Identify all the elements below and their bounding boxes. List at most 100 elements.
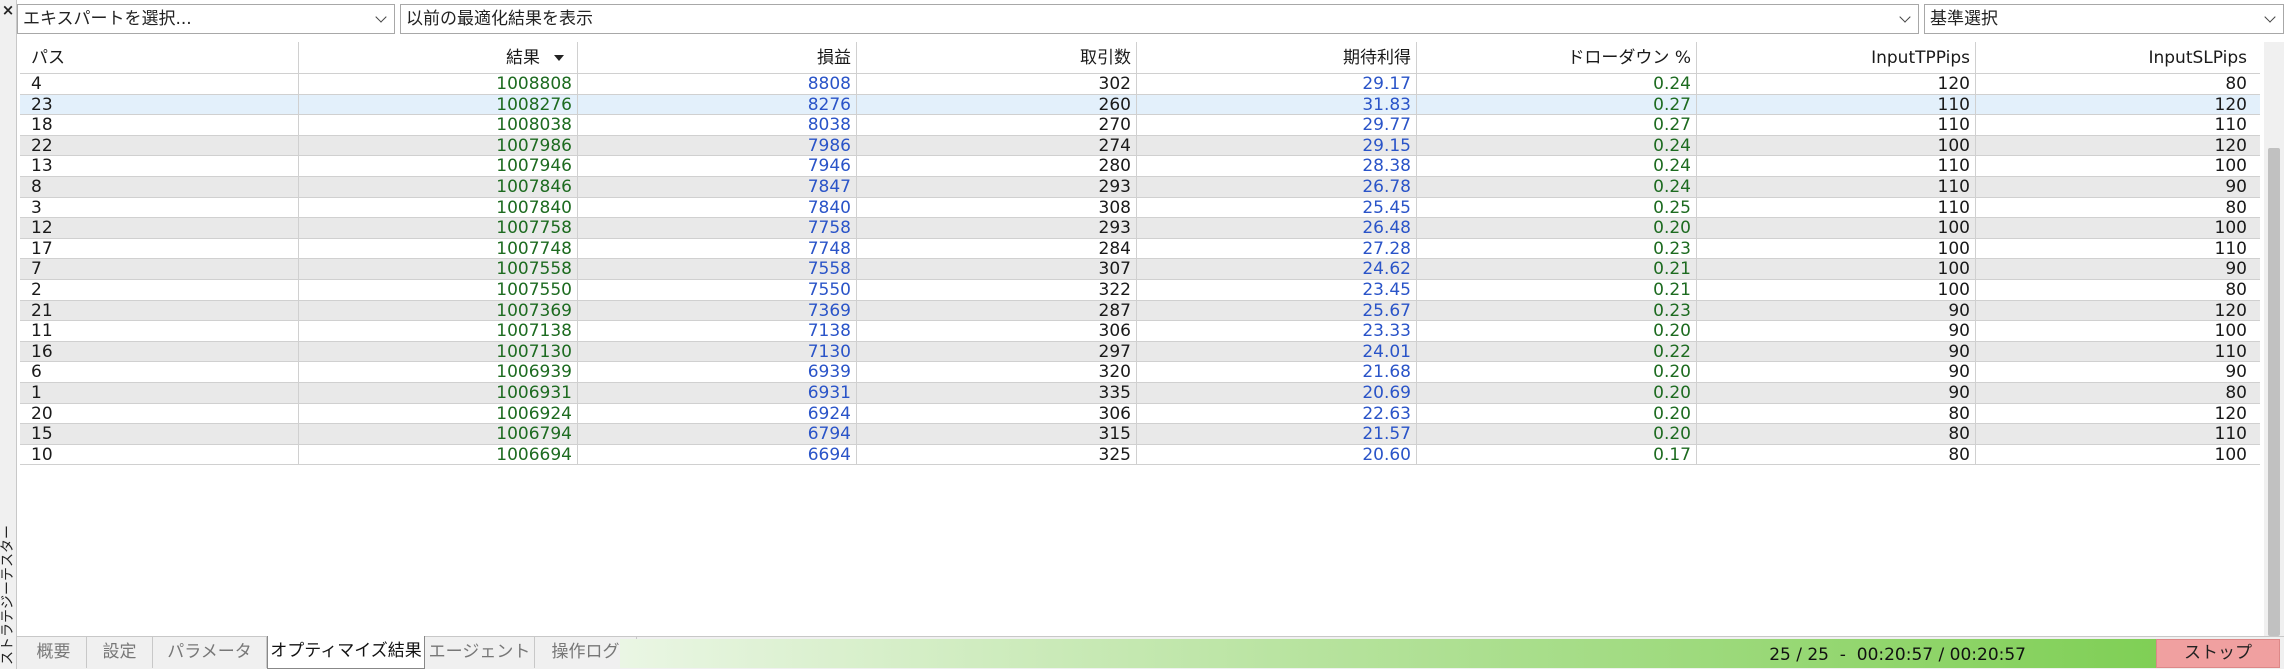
table-row[interactable]: 21 1007369 7369 287 25.67 0.23 90 120 [20,300,2260,322]
cell-tp-pips: 90 [1697,383,1976,404]
cell-tp-pips: 90 [1697,341,1976,363]
cell-drawdown: 0.22 [1417,341,1697,363]
cell-profit: 6931 [578,383,857,404]
cell-sl-pips: 100 [2214,218,2247,239]
cell-profit: 7946 [578,156,857,177]
column-header-tp-pips[interactable]: InputTPPips [1697,42,1976,74]
cell-tp-pips: 100 [1697,218,1976,239]
column-header-trades[interactable]: 取引数 [857,42,1137,74]
cell-sl-pips: 80 [2225,74,2247,94]
cell-trades: 322 [857,280,1137,301]
tab-parameters[interactable]: パラメータ [153,637,267,668]
cell-profit: 7840 [578,197,857,219]
progress-text: 25 / 25 - 00:20:57 / 00:20:57 [1769,645,2026,665]
column-header-expected-payoff[interactable]: 期待利得 [1137,42,1417,74]
cell-tp-pips: 110 [1697,197,1976,219]
cell-profit: 7138 [578,321,857,342]
table-row[interactable]: 8 1007846 7847 293 26.78 0.24 110 90 [20,177,2260,198]
scrollbar-thumb[interactable] [2268,148,2280,636]
tab-overview[interactable]: 概要 [21,637,87,668]
cell-result: 1007550 [299,280,578,301]
cell-sl-pips: 100 [2214,444,2247,465]
cell-sl-pips: 120 [2214,300,2247,321]
table-row[interactable]: 2 1007550 7550 322 23.45 0.21 100 80 [20,280,2260,301]
criterion-select-value: 基準選択 [1930,9,1998,29]
cell-pass: 13 [20,156,299,177]
table-row[interactable]: 13 1007946 7946 280 28.38 0.24 110 100 [20,156,2260,177]
cell-sl-pips: 90 [2225,259,2247,280]
cell-drawdown: 0.20 [1417,424,1697,445]
bottom-bar: 概要 設定 パラメータ オプティマイズ結果 エージェント 操作ログ 25 / 2… [17,636,2284,669]
cell-expected-payoff: 24.01 [1137,341,1417,363]
column-header-pass[interactable]: パス [20,42,299,74]
close-icon[interactable]: × [1,2,15,18]
column-header-sl-pips[interactable]: InputSLPips [1976,42,2260,74]
cell-profit: 6939 [578,362,857,383]
cell-expected-payoff: 29.77 [1137,115,1417,136]
cell-expected-payoff: 29.15 [1137,135,1417,157]
cell-expected-payoff: 20.60 [1137,444,1417,466]
column-header-profit[interactable]: 損益 [578,42,857,74]
cell-trades: 315 [857,424,1137,445]
cell-pass: 11 [20,321,299,342]
cell-pass: 10 [20,444,299,466]
table-row[interactable]: 6 1006939 6939 320 21.68 0.20 90 90 [20,362,2260,383]
cell-drawdown: 0.20 [1417,218,1697,239]
cell-trades: 306 [857,403,1137,425]
cell-tp-pips: 100 [1697,280,1976,301]
cell-drawdown: 0.20 [1417,403,1697,425]
vertical-scrollbar[interactable] [2264,42,2284,636]
panel-title: ストラテジーテスター [0,525,16,665]
cell-profit: 7550 [578,280,857,301]
progress-bar: 25 / 25 - 00:20:57 / 00:20:57 [620,639,2160,668]
previous-results-select[interactable]: 以前の最適化結果を表示 [400,4,1919,34]
cell-drawdown: 0.27 [1417,115,1697,136]
chevron-down-icon [1898,12,1912,26]
cell-drawdown: 0.24 [1417,135,1697,157]
expert-select[interactable]: エキスパートを選択... [17,4,395,34]
cell-result: 1007748 [299,238,578,260]
cell-trades: 320 [857,362,1137,383]
table-row[interactable]: 15 1006794 6794 315 21.57 0.20 80 110 [20,424,2260,445]
cell-drawdown: 0.23 [1417,238,1697,260]
cell-pass: 23 [20,94,299,116]
tab-agents[interactable]: エージェント [425,637,535,668]
criterion-select[interactable]: 基準選択 [1924,4,2284,34]
table-row[interactable]: 12 1007758 7758 293 26.48 0.20 100 100 [20,218,2260,239]
cell-tp-pips: 110 [1697,156,1976,177]
cell-pass: 7 [20,259,299,280]
cell-result: 1006931 [299,383,578,404]
cell-trades: 274 [857,135,1137,157]
table-row[interactable]: 10 1006694 6694 325 20.60 0.17 80 100 [20,444,2260,466]
cell-result: 1008276 [299,94,578,116]
column-header-drawdown[interactable]: ドローダウン % [1417,42,1697,74]
panel-title-vertical: ストラテジーテスター [0,525,17,665]
cell-expected-payoff: 25.67 [1137,300,1417,322]
cell-result: 1006794 [299,424,578,445]
tab-settings[interactable]: 設定 [87,637,153,668]
table-row[interactable]: 17 1007748 7748 284 27.28 0.23 100 110 [20,238,2260,260]
cell-sl-pips: 80 [2225,197,2247,218]
table-row[interactable]: 20 1006924 6924 306 22.63 0.20 80 120 [20,403,2260,425]
cell-expected-payoff: 25.45 [1137,197,1417,219]
table-row[interactable]: 4 1008808 8808 302 29.17 0.24 120 80 [20,74,2260,95]
table-row[interactable]: 7 1007558 7558 307 24.62 0.21 100 90 [20,259,2260,280]
table-header: パス 結果 損益 取引数 期待利得 ドローダウン % InputTPPips I… [20,42,2260,74]
cell-expected-payoff: 26.48 [1137,218,1417,239]
cell-result: 1007130 [299,341,578,363]
cell-pass: 17 [20,238,299,260]
tab-optimization-results[interactable]: オプティマイズ結果 [267,636,425,669]
cell-tp-pips: 110 [1697,94,1976,116]
column-header-result[interactable]: 結果 [299,42,578,74]
table-row[interactable]: 11 1007138 7138 306 23.33 0.20 90 100 [20,321,2260,342]
cell-pass: 3 [20,197,299,219]
table-row[interactable]: 18 1008038 8038 270 29.77 0.27 110 110 [20,115,2260,136]
table-row[interactable]: 1 1006931 6931 335 20.69 0.20 90 80 [20,383,2260,404]
cell-result: 1006694 [299,444,578,466]
table-row[interactable]: 3 1007840 7840 308 25.45 0.25 110 80 [20,197,2260,219]
optimization-results-table: パス 結果 損益 取引数 期待利得 ドローダウン % InputTPPips I… [20,42,2260,636]
table-row[interactable]: 22 1007986 7986 274 29.15 0.24 100 120 [20,135,2260,157]
stop-button[interactable]: ストップ [2156,639,2280,668]
table-row[interactable]: 16 1007130 7130 297 24.01 0.22 90 110 [20,341,2260,363]
table-row[interactable]: 23 1008276 8276 260 31.83 0.27 110 120 [20,94,2260,116]
